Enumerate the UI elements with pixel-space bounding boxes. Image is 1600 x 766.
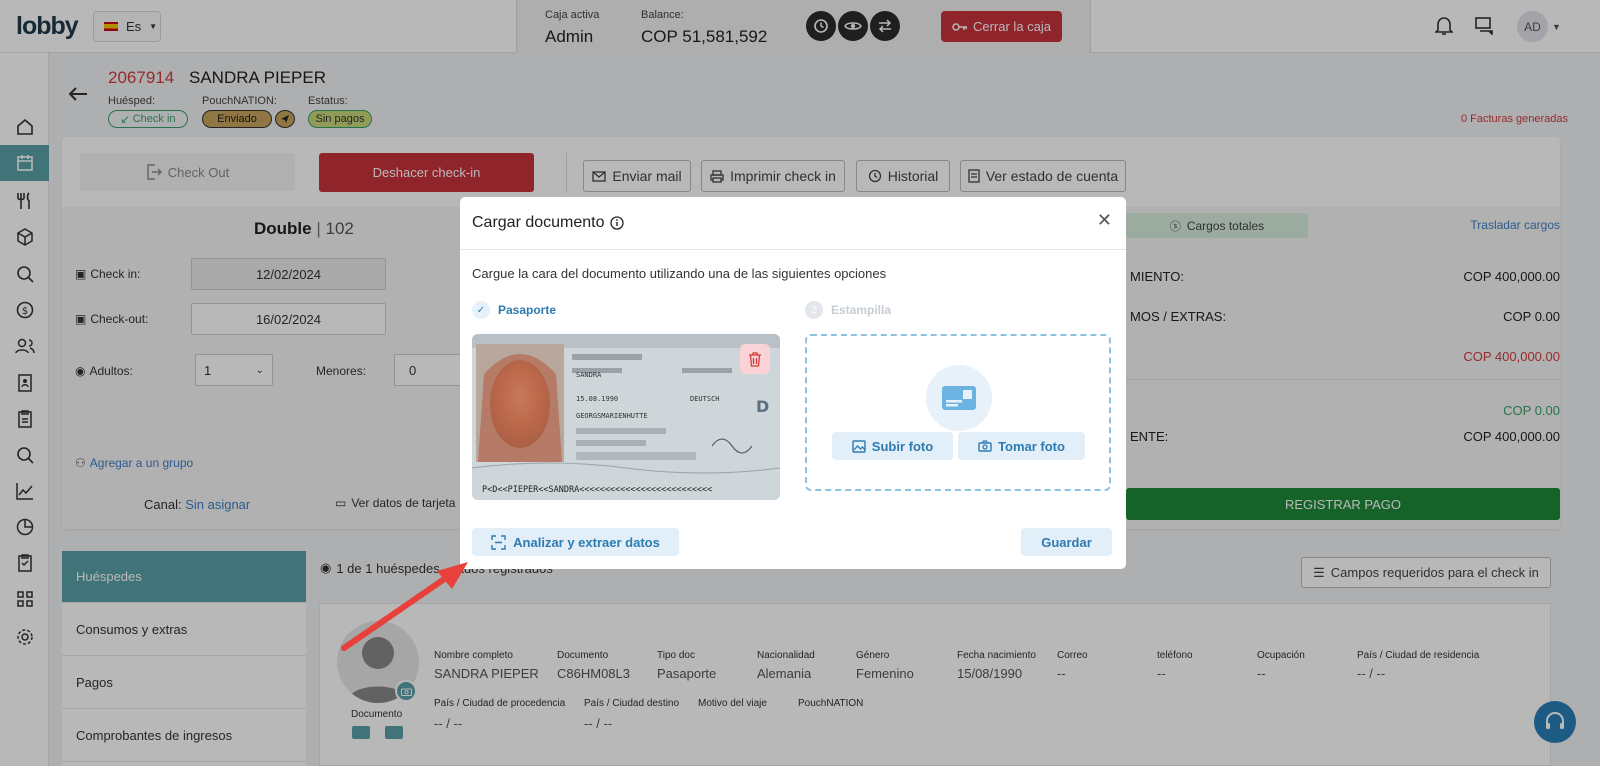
check-icon: ✓ [472, 301, 490, 319]
modal-title: Cargar documento [472, 214, 624, 232]
passport-mrz-text: P<D<<PIEPER<<SANDRA<<<<<<<<<<<<<<<<<<<<<… [482, 485, 712, 495]
take-photo-button[interactable]: Tomar foto [958, 432, 1085, 460]
passport-dob-text: 15.08.1990 [576, 395, 618, 403]
camera-icon [978, 440, 992, 452]
save-button[interactable]: Guardar [1021, 528, 1112, 556]
trash-icon [749, 351, 761, 367]
upload-photo-button[interactable]: Subir foto [832, 432, 953, 460]
passport-nationality-text: DEUTSCH [690, 395, 720, 403]
passport-image: SANDRA 15.08.1990 DEUTSCH GEORGSMARIENHU… [472, 334, 780, 500]
scan-icon [491, 534, 506, 550]
step-stamp[interactable]: 2 Estampilla [805, 301, 891, 319]
analyze-extract-button[interactable]: Analizar y extraer datos [472, 528, 679, 556]
modal-instructions: Cargue la cara del documento utilizando … [472, 266, 887, 281]
divider [460, 249, 1126, 250]
close-icon[interactable]: ✕ [1097, 210, 1112, 231]
image-icon [852, 439, 866, 453]
passport-name-text: SANDRA [576, 371, 602, 379]
step-passport[interactable]: ✓ Pasaporte [472, 301, 556, 319]
id-card-upload-icon [926, 365, 992, 431]
upload-document-modal: Cargar documento ✕ Cargue la cara del do… [460, 197, 1126, 569]
info-icon[interactable] [609, 216, 624, 230]
passport-place-text: GEORGSMARIENHUTTE [576, 412, 648, 420]
delete-image-button[interactable] [740, 344, 770, 374]
svg-text:D: D [756, 397, 769, 416]
